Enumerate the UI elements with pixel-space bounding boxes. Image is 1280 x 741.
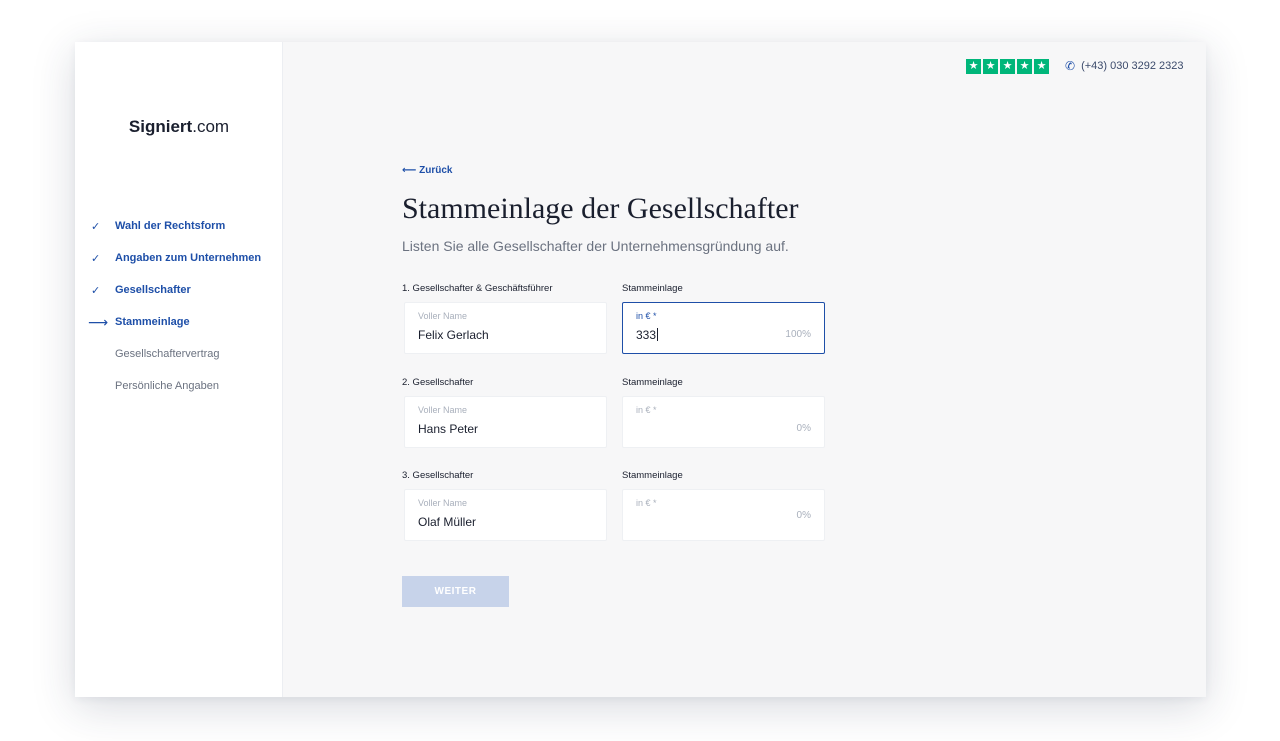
- star-icon: ★: [983, 59, 998, 74]
- app-window: Signiert.com ✓ Wahl der Rechtsform ✓ Ang…: [75, 42, 1206, 697]
- share-percent: 0%: [796, 423, 811, 434]
- step-label: Wahl der Rechtsform: [115, 220, 226, 232]
- trustpilot-rating[interactable]: ★ ★ ★ ★ ★: [966, 59, 1049, 74]
- step-stammeinlage[interactable]: ⟶ Stammeinlage: [75, 306, 283, 338]
- step-label: Persönliche Angaben: [115, 380, 219, 392]
- field-placeholder: in € *: [636, 311, 657, 321]
- star-icon: ★: [1000, 59, 1015, 74]
- partner-2-amount-field[interactable]: in € * 0%: [622, 396, 825, 448]
- partner-3-heading: 3. Gesellschafter: [402, 470, 474, 481]
- partner-2-name-field[interactable]: Voller Name Hans Peter: [404, 396, 607, 448]
- partner-2-contribution-heading: Stammeinlage: [622, 377, 683, 388]
- partner-2-heading: 2. Gesellschafter: [402, 377, 474, 388]
- step-persoenliche-angaben: Persönliche Angaben: [75, 370, 283, 402]
- check-icon: ✓: [91, 220, 101, 233]
- step-gesellschaftervertrag: Gesellschaftervertrag: [75, 338, 283, 370]
- brand-logo[interactable]: Signiert.com: [75, 117, 283, 137]
- brand-logo-bold: Signiert: [128, 117, 193, 136]
- star-icon: ★: [1017, 59, 1032, 74]
- check-icon: ✓: [91, 284, 101, 297]
- page-subtitle: Listen Sie alle Gesellschafter der Unter…: [402, 238, 789, 254]
- partner-3-amount-field[interactable]: in € * 0%: [622, 489, 825, 541]
- partner-1-amount-field[interactable]: in € * 333 100%: [622, 302, 825, 354]
- step-label: Gesellschaftervertrag: [115, 348, 220, 360]
- step-label: Angaben zum Unternehmen: [115, 252, 262, 264]
- sidebar: Signiert.com ✓ Wahl der Rechtsform ✓ Ang…: [75, 42, 283, 697]
- check-icon: ✓: [91, 252, 101, 265]
- back-link[interactable]: ⟵ Zurück: [402, 165, 452, 176]
- phone-contact[interactable]: ✆ (+43) 030 3292 2323: [1065, 59, 1184, 73]
- step-label: Gesellschafter: [115, 284, 191, 296]
- share-percent: 100%: [785, 329, 811, 340]
- brand-logo-domain: .com: [192, 117, 230, 136]
- partner-3-contribution-heading: Stammeinlage: [622, 470, 683, 481]
- partner-1-name-field[interactable]: Voller Name Felix Gerlach: [404, 302, 607, 354]
- step-label: Stammeinlage: [115, 316, 190, 328]
- arrow-right-icon: ⟶: [88, 313, 109, 330]
- partner-1-heading: 1. Gesellschafter & Geschäftsführer: [402, 283, 553, 294]
- next-button[interactable]: WEITER: [402, 576, 509, 607]
- field-placeholder: Voller Name: [418, 311, 468, 321]
- star-icon: ★: [1034, 59, 1049, 74]
- field-value: Olaf Müller: [418, 515, 477, 529]
- field-value: Hans Peter: [418, 422, 479, 436]
- phone-icon: ✆: [1065, 59, 1076, 73]
- phone-number: (+43) 030 3292 2323: [1081, 60, 1184, 72]
- page-title: Stammeinlage der Gesellschafter: [402, 192, 799, 225]
- field-placeholder: in € *: [636, 405, 657, 415]
- field-value: 333: [636, 328, 657, 342]
- step-gesellschafter[interactable]: ✓ Gesellschafter: [75, 274, 283, 306]
- field-placeholder: Voller Name: [418, 405, 468, 415]
- step-navigation: ✓ Wahl der Rechtsform ✓ Angaben zum Unte…: [75, 210, 283, 402]
- field-placeholder: Voller Name: [418, 498, 468, 508]
- share-percent: 0%: [796, 510, 811, 521]
- star-icon: ★: [966, 59, 981, 74]
- step-wahl-der-rechtsform[interactable]: ✓ Wahl der Rechtsform: [75, 210, 283, 242]
- field-value: Felix Gerlach: [418, 328, 489, 342]
- step-angaben-zum-unternehmen[interactable]: ✓ Angaben zum Unternehmen: [75, 242, 283, 274]
- partner-1-contribution-heading: Stammeinlage: [622, 283, 683, 294]
- field-placeholder: in € *: [636, 498, 657, 508]
- partner-3-name-field[interactable]: Voller Name Olaf Müller: [404, 489, 607, 541]
